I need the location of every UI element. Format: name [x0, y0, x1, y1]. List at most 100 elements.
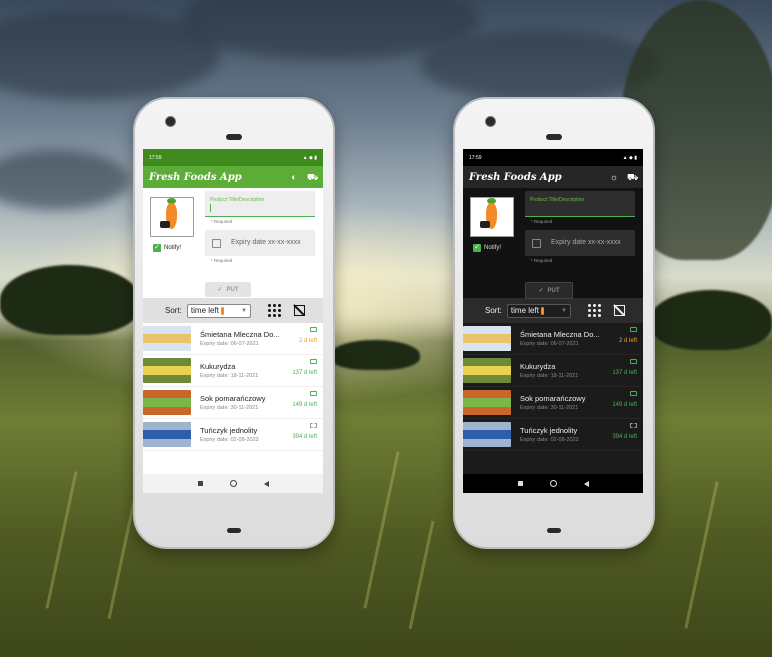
add-product-form: ✓ Notify! Product Title/Description * Re…: [143, 188, 323, 298]
product-expiry: Expiry date: 30-11-2021: [520, 405, 579, 411]
product-title: Sok pomarańczowy: [520, 394, 586, 403]
days-left: 149 d left: [292, 402, 317, 408]
chevron-down-icon: ▼: [560, 307, 567, 314]
product-list: Śmietana Mleczna Do... Expiry date: 06-0…: [143, 323, 323, 451]
title-required-hint: * Required: [531, 219, 553, 224]
closed-can-icon[interactable]: [630, 327, 637, 332]
theme-toggle-icon[interactable]: ◐: [289, 172, 299, 182]
app-bar: Fresh Foods App ◐ ⛟: [143, 166, 323, 188]
home-icon[interactable]: [229, 480, 237, 487]
list-item[interactable]: Tuńczyk jednolity Expiry date: 02-08-202…: [463, 419, 643, 451]
sort-dropdown[interactable]: time left ▼: [506, 303, 571, 318]
product-thumbnail: [143, 390, 191, 415]
days-left: 2 d left: [298, 338, 317, 344]
notify-checkbox[interactable]: ✓ Notify!: [473, 244, 501, 252]
product-title: Kukurydza: [200, 362, 236, 371]
product-title-label: Product Title/Description: [530, 197, 585, 203]
status-bar: 17:59 ▲ ◆ ▮: [143, 149, 323, 166]
grid-view-icon[interactable]: [587, 304, 601, 317]
product-thumbnail: [143, 358, 191, 383]
closed-can-icon[interactable]: [630, 359, 637, 364]
list-item[interactable]: Tuńczyk jednolity Expiry date: 02-08-202…: [143, 419, 323, 451]
days-left: 394 d left: [612, 434, 637, 440]
app-screen-dark: 17:59 ▲ ◆ ▮ Fresh Foods App ☼ ⛟ ✓ Notify…: [463, 149, 643, 493]
closed-can-icon[interactable]: [630, 391, 637, 396]
carrot-icon: [540, 306, 544, 315]
put-button[interactable]: ✓ PUT: [205, 282, 251, 297]
title-required-hint: * Required: [211, 219, 233, 224]
days-left: 394 d left: [292, 434, 317, 440]
earpiece: [546, 134, 562, 140]
closed-can-icon[interactable]: [310, 327, 317, 332]
sort-label: Sort:: [165, 306, 182, 315]
list-item[interactable]: Sok pomarańczowy Expiry date: 30-11-2021…: [463, 387, 643, 419]
camera-icon: [480, 221, 490, 228]
bottom-speaker: [547, 528, 561, 533]
expiry-date-field[interactable]: Expiry date xx-xx-xxxx: [205, 230, 315, 256]
chevron-down-icon: ▼: [240, 307, 247, 314]
back-icon[interactable]: [263, 480, 269, 487]
phone-dark-theme: 17:59 ▲ ◆ ▮ Fresh Foods App ☼ ⛟ ✓ Notify…: [453, 97, 655, 549]
list-item[interactable]: Śmietana Mleczna Do... Expiry date: 06-0…: [463, 323, 643, 355]
hide-images-icon[interactable]: [613, 305, 625, 316]
product-title: Śmietana Mleczna Do...: [520, 330, 600, 339]
put-button[interactable]: ✓ PUT: [525, 282, 573, 299]
home-icon[interactable]: [549, 480, 557, 487]
sort-dropdown[interactable]: time left ▼: [186, 303, 251, 318]
product-thumbnail: [463, 358, 511, 383]
earpiece: [226, 134, 242, 140]
grid-view-icon[interactable]: [267, 304, 281, 317]
closed-can-icon[interactable]: [310, 391, 317, 396]
product-title-field[interactable]: Product Title/Description: [205, 191, 315, 217]
signal-battery-icons: ▲ ◆ ▮: [302, 154, 317, 161]
settings-truck-icon[interactable]: ⛟: [627, 172, 638, 182]
sort-selected-value: time left: [510, 306, 539, 315]
product-thumbnail: [463, 422, 511, 447]
settings-truck-icon[interactable]: ⛟: [307, 172, 318, 182]
product-list: Śmietana Mleczna Do... Expiry date: 06-0…: [463, 323, 643, 451]
bottom-speaker: [227, 528, 241, 533]
closed-can-icon[interactable]: [310, 359, 317, 364]
notify-label: Notify!: [484, 245, 502, 251]
expiry-date-field[interactable]: Expiry date xx-xx-xxxx: [525, 230, 635, 256]
product-expiry: Expiry date: 30-11-2021: [200, 405, 259, 411]
days-left: 137 d left: [292, 370, 317, 376]
list-item[interactable]: Kukurydza Expiry date: 18-11-2021 137 d …: [143, 355, 323, 387]
signal-battery-icons: ▲ ◆ ▮: [622, 154, 637, 161]
app-screen-light: 17:59 ▲ ◆ ▮ Fresh Foods App ◐ ⛟ ✓ Notify…: [143, 149, 323, 493]
list-item[interactable]: Kukurydza Expiry date: 18-11-2021 137 d …: [463, 355, 643, 387]
sort-selected-value: time left: [190, 306, 219, 315]
background-landscape: [0, 0, 772, 657]
list-item[interactable]: Sok pomarańczowy Expiry date: 30-11-2021…: [143, 387, 323, 419]
back-icon[interactable]: [583, 480, 589, 487]
theme-toggle-icon[interactable]: ☼: [609, 172, 619, 182]
opened-can-icon[interactable]: [310, 423, 317, 428]
product-title: Kukurydza: [520, 362, 556, 371]
status-bar: 17:59 ▲ ◆ ▮: [463, 149, 643, 166]
product-photo-button[interactable]: [470, 197, 514, 237]
product-photo-button[interactable]: [150, 197, 194, 237]
list-item[interactable]: Śmietana Mleczna Do... Expiry date: 06-0…: [143, 323, 323, 355]
product-thumbnail: [463, 326, 511, 351]
days-left: 2 d left: [618, 338, 637, 344]
opened-can-icon[interactable]: [630, 423, 637, 428]
product-title-label: Product Title/Description: [210, 197, 265, 203]
product-expiry: Expiry date: 18-11-2021: [520, 373, 579, 379]
hide-images-icon[interactable]: [293, 305, 305, 316]
app-bar: Fresh Foods App ☼ ⛟: [463, 166, 643, 188]
recents-icon[interactable]: [197, 481, 203, 486]
recents-icon[interactable]: [517, 481, 523, 486]
carrot-icon: [220, 306, 224, 315]
sort-bar: Sort: time left ▼: [143, 298, 323, 323]
text-cursor: [210, 204, 211, 212]
check-icon: ✓: [538, 288, 544, 294]
notify-checkbox[interactable]: ✓ Notify!: [153, 244, 181, 252]
app-title: Fresh Foods App: [149, 171, 242, 183]
product-title: Śmietana Mleczna Do...: [200, 330, 280, 339]
product-title-field[interactable]: Product Title/Description: [525, 191, 635, 217]
days-left: 137 d left: [612, 370, 637, 376]
product-expiry: Expiry date: 02-08-2022: [200, 437, 259, 443]
expiry-date-placeholder: Expiry date xx-xx-xxxx: [551, 239, 621, 246]
checkbox-check-icon: ✓: [473, 244, 481, 252]
android-nav-bar: [143, 474, 323, 493]
